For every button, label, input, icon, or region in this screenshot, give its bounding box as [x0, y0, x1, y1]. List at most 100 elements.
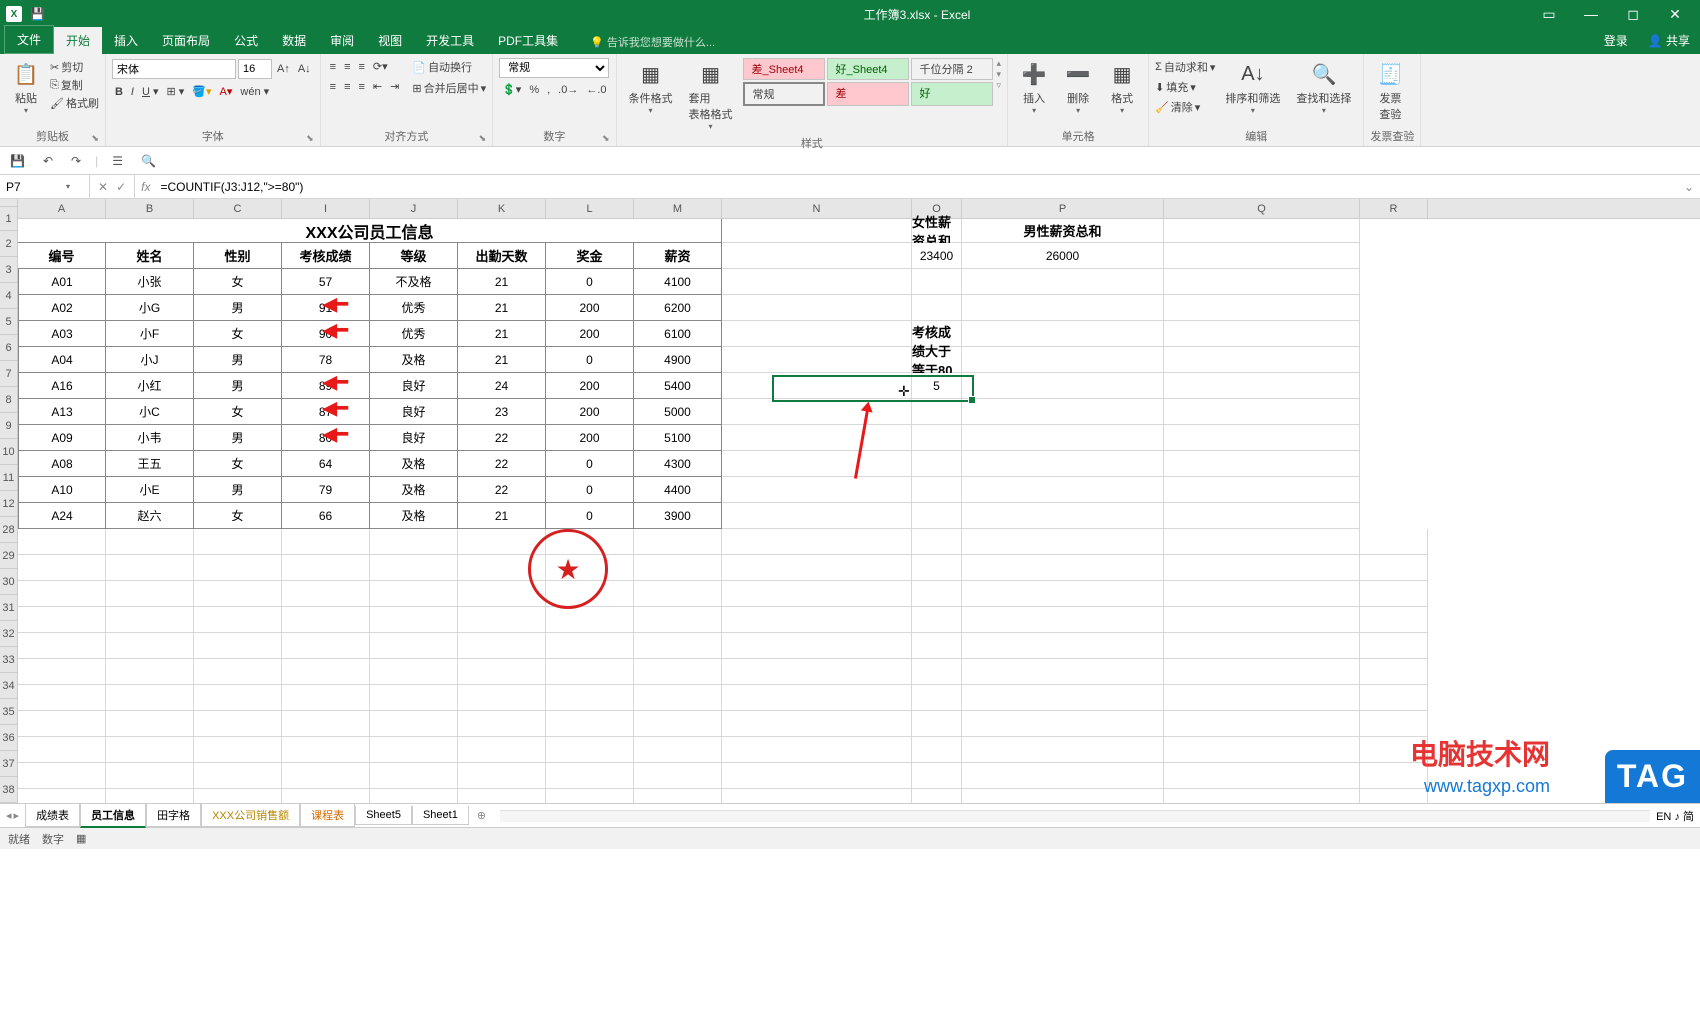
- grid-cell[interactable]: [962, 763, 1164, 789]
- grid-cell[interactable]: [634, 737, 722, 763]
- grid-cell[interactable]: [194, 529, 282, 555]
- grid-cell[interactable]: [962, 789, 1164, 803]
- grid-cell[interactable]: 及格: [370, 503, 458, 529]
- grid-cell[interactable]: [18, 685, 106, 711]
- copy-icon[interactable]: ⎘: [50, 79, 59, 92]
- cellstyle-thousand[interactable]: 千位分隔 2: [911, 58, 993, 80]
- grid-cell[interactable]: [194, 763, 282, 789]
- grid-cell[interactable]: [282, 659, 370, 685]
- grid-cell[interactable]: [912, 607, 962, 633]
- tab-home[interactable]: 开始: [54, 27, 102, 54]
- grid-cell[interactable]: [962, 633, 1164, 659]
- grid-cell[interactable]: [1360, 529, 1428, 555]
- grid-cell[interactable]: 女: [194, 451, 282, 477]
- grid-cell[interactable]: [1164, 321, 1360, 347]
- grid-cell[interactable]: [1164, 711, 1360, 737]
- grid-cell[interactable]: 91: [282, 295, 370, 321]
- grid-cell[interactable]: [962, 711, 1164, 737]
- qat-preview-icon[interactable]: 🔍: [137, 152, 160, 170]
- grid-cell[interactable]: [194, 659, 282, 685]
- sheet-tab[interactable]: XXX公司销售额: [201, 804, 300, 827]
- grid-cell[interactable]: [634, 581, 722, 607]
- grid-cell[interactable]: [722, 659, 912, 685]
- decrease-font-icon[interactable]: A↓: [295, 62, 314, 76]
- grid-cell[interactable]: 及格: [370, 451, 458, 477]
- grid-cell[interactable]: [370, 555, 458, 581]
- font-name-select[interactable]: [112, 59, 236, 79]
- grid-cell[interactable]: 考核成绩: [282, 243, 370, 269]
- grid-cell[interactable]: [962, 373, 1164, 399]
- grid-cell[interactable]: [18, 581, 106, 607]
- grid-cell[interactable]: [722, 269, 912, 295]
- grid-cell[interactable]: [194, 711, 282, 737]
- grid-cell[interactable]: [458, 659, 546, 685]
- grid-cell[interactable]: [722, 373, 912, 399]
- grid-cell[interactable]: [912, 555, 962, 581]
- row-header[interactable]: 2: [0, 231, 17, 257]
- border-button[interactable]: ⊞ ▾: [164, 84, 188, 99]
- phonetic-button[interactable]: wén ▾: [237, 84, 272, 99]
- grid-cell[interactable]: [546, 607, 634, 633]
- grid-cell[interactable]: 出勤天数: [458, 243, 546, 269]
- tab-file[interactable]: 文件: [4, 25, 54, 54]
- close-button[interactable]: ✕: [1660, 6, 1690, 23]
- grid-cell[interactable]: 女: [194, 269, 282, 295]
- grid-cell[interactable]: [962, 399, 1164, 425]
- inc-decimal-icon[interactable]: .0→: [555, 83, 581, 97]
- enter-formula-icon[interactable]: ✓: [116, 180, 126, 194]
- row-header[interactable]: 3: [0, 257, 17, 283]
- row-header[interactable]: 31: [0, 595, 17, 621]
- cancel-formula-icon[interactable]: ✕: [98, 180, 108, 194]
- tab-formula[interactable]: 公式: [222, 27, 270, 54]
- grid-cell[interactable]: 21: [458, 347, 546, 373]
- col-header[interactable]: M: [634, 199, 722, 218]
- format-table-button[interactable]: ▦套用 表格格式▾: [683, 58, 739, 133]
- grid-cell[interactable]: A16: [18, 373, 106, 399]
- align-left-icon[interactable]: ≡: [327, 80, 339, 94]
- grid-cell[interactable]: [1164, 789, 1360, 803]
- sheet-tab[interactable]: 成绩表: [25, 804, 80, 827]
- cellstyle-good[interactable]: 好: [911, 82, 993, 106]
- row-header[interactable]: 28: [0, 517, 17, 543]
- grid-cell[interactable]: A09: [18, 425, 106, 451]
- grid-cell[interactable]: [1164, 243, 1360, 269]
- grid-cell[interactable]: [18, 633, 106, 659]
- tab-nav-last-icon[interactable]: ▸: [14, 809, 20, 822]
- grid-cell[interactable]: [962, 425, 1164, 451]
- row-header[interactable]: 12: [0, 491, 17, 517]
- grid-cell[interactable]: [1164, 295, 1360, 321]
- tab-pdf[interactable]: PDF工具集: [486, 27, 570, 54]
- grid-cell[interactable]: 90: [282, 321, 370, 347]
- grid-cell[interactable]: [194, 633, 282, 659]
- tab-insert[interactable]: 插入: [102, 27, 150, 54]
- grid-cell[interactable]: [722, 711, 912, 737]
- grid-cell[interactable]: [282, 581, 370, 607]
- grid-cell[interactable]: [1360, 607, 1428, 633]
- grid-cell[interactable]: [18, 763, 106, 789]
- grid-cell[interactable]: [18, 737, 106, 763]
- grid-cell[interactable]: 4300: [634, 451, 722, 477]
- grid-cell[interactable]: [634, 607, 722, 633]
- number-format-select[interactable]: 常规: [499, 58, 609, 78]
- grid-cell[interactable]: [722, 581, 912, 607]
- grid-cell[interactable]: [194, 555, 282, 581]
- qat-touch-icon[interactable]: ☰: [108, 152, 127, 170]
- grid-cell[interactable]: [1360, 633, 1428, 659]
- row-header[interactable]: 35: [0, 699, 17, 725]
- grid-cell[interactable]: [106, 555, 194, 581]
- grid-cell[interactable]: [18, 659, 106, 685]
- grid-cell[interactable]: 等级: [370, 243, 458, 269]
- grid-cell[interactable]: [282, 789, 370, 803]
- grid-cell[interactable]: A13: [18, 399, 106, 425]
- grid-cell[interactable]: [1164, 219, 1360, 243]
- grid-cell[interactable]: 5000: [634, 399, 722, 425]
- grid-cell[interactable]: [546, 633, 634, 659]
- grid-cell[interactable]: [1164, 269, 1360, 295]
- grid-cell[interactable]: [546, 737, 634, 763]
- grid-cell[interactable]: 79: [282, 477, 370, 503]
- sort-filter-button[interactable]: A↓排序和筛选▾: [1219, 58, 1286, 117]
- grid-cell[interactable]: [106, 581, 194, 607]
- row-header[interactable]: 6: [0, 335, 17, 361]
- grid-cell[interactable]: 及格: [370, 347, 458, 373]
- grid-cell[interactable]: [458, 607, 546, 633]
